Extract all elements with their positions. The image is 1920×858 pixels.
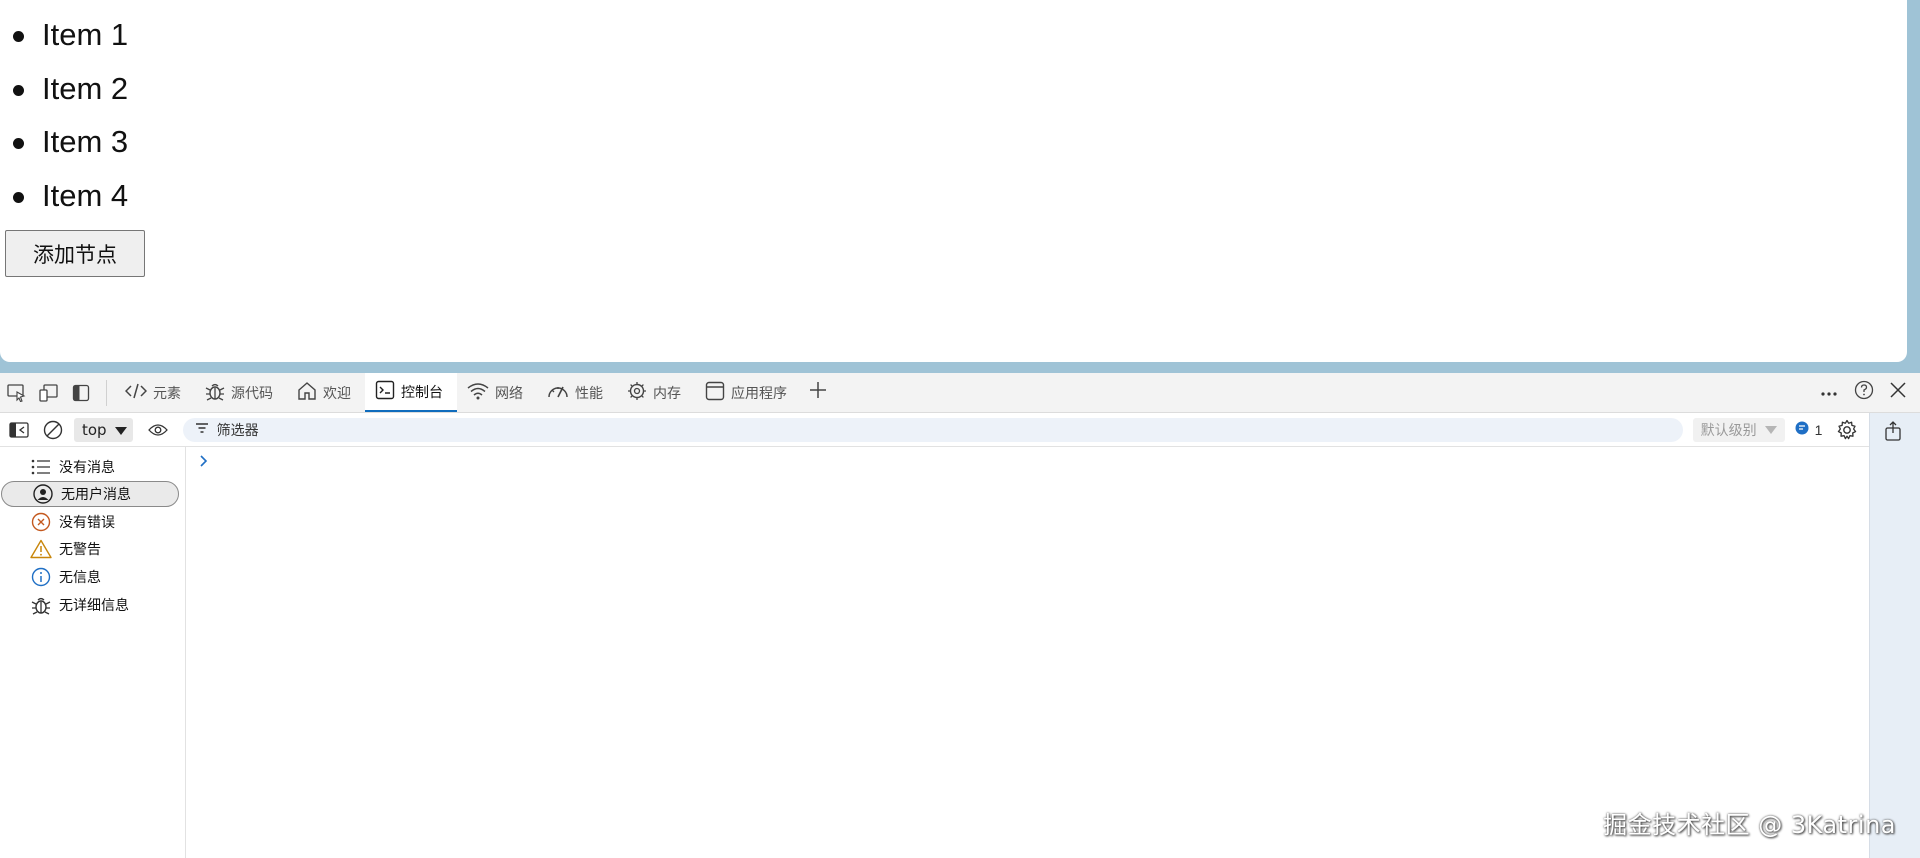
- page-viewport: Item 1 Item 2 Item 3 Item 4 添加节点: [0, 0, 1907, 362]
- wifi-icon: [467, 382, 489, 404]
- add-node-button[interactable]: 添加节点: [5, 230, 145, 277]
- console-icon: [375, 380, 395, 404]
- tab-welcome[interactable]: 欢迎: [287, 373, 365, 412]
- tab-label: 控制台: [401, 384, 443, 401]
- live-expression-eye-icon[interactable]: [143, 415, 173, 445]
- list-item: Item 2: [10, 64, 128, 118]
- sidebar-item-label: 无详细信息: [59, 598, 129, 614]
- sidebar-item-label: 无警告: [59, 542, 101, 558]
- code-icon: [124, 383, 148, 403]
- tab-label: 欢迎: [323, 385, 351, 402]
- chip-icon: [627, 381, 647, 405]
- context-value: top: [82, 420, 107, 439]
- console-sidebar: 没有消息 无用户消息 没有错误 无警告 无信息 无详细信息: [0, 447, 186, 858]
- bug-icon: [205, 381, 225, 405]
- gauge-icon: [547, 382, 569, 404]
- tab-console[interactable]: 控制台: [365, 373, 457, 412]
- info-icon: [29, 566, 53, 588]
- sidebar-toggle-icon[interactable]: [4, 415, 34, 445]
- add-tab-button[interactable]: [801, 373, 835, 412]
- tab-label: 性能: [575, 385, 603, 402]
- console-toolbar: top 筛选器 默认级别 1: [0, 413, 1920, 447]
- clear-console-icon[interactable]: [38, 415, 68, 445]
- more-options-icon[interactable]: [1820, 384, 1838, 402]
- log-levels-label: 默认级别: [1700, 422, 1757, 439]
- list-icon: [29, 456, 53, 478]
- sidebar-item-info[interactable]: 无信息: [0, 564, 178, 590]
- sidebar-item-messages[interactable]: 没有消息: [0, 454, 178, 480]
- tab-application[interactable]: 应用程序: [695, 373, 801, 412]
- gear-icon[interactable]: [1832, 415, 1862, 445]
- tab-sources[interactable]: 源代码: [195, 373, 287, 412]
- user-icon: [31, 483, 55, 505]
- tab-network[interactable]: 网络: [457, 373, 537, 412]
- sidebar-item-warnings[interactable]: 无警告: [0, 536, 178, 562]
- activity-rail: [1869, 413, 1920, 858]
- tab-memory[interactable]: 内存: [617, 373, 695, 412]
- tabbar-actions: [1820, 380, 1920, 405]
- bug-icon: [29, 594, 53, 616]
- list-item: Item 4: [10, 171, 128, 225]
- tab-elements[interactable]: 元素: [115, 373, 195, 412]
- chevron-down-icon: [1764, 422, 1777, 438]
- warning-icon: [29, 538, 53, 560]
- list-item: Item 3: [10, 117, 128, 171]
- tab-label: 源代码: [231, 385, 273, 402]
- chevron-right-icon: [199, 454, 209, 473]
- list-item: Item 1: [10, 10, 128, 64]
- console-output[interactable]: [186, 447, 1862, 858]
- help-icon[interactable]: [1854, 380, 1874, 405]
- window-icon: [705, 381, 725, 405]
- filter-icon: [195, 422, 209, 438]
- sidebar-item-verbose[interactable]: 无详细信息: [0, 592, 178, 618]
- item-list: Item 1 Item 2 Item 3 Item 4: [10, 10, 128, 224]
- log-levels-dropdown[interactable]: 默认级别: [1692, 417, 1785, 442]
- sidebar-item-label: 无用户消息: [61, 487, 131, 503]
- issue-count-value: 1: [1814, 421, 1823, 438]
- open-in-new-icon[interactable]: [1884, 421, 1902, 446]
- close-icon[interactable]: [1890, 382, 1906, 403]
- filter-input[interactable]: 筛选器: [182, 417, 1683, 442]
- context-selector[interactable]: top: [74, 417, 133, 442]
- tab-label: 内存: [653, 385, 681, 402]
- home-icon: [297, 381, 317, 405]
- sidebar-item-label: 无信息: [59, 570, 101, 586]
- plus-icon: [809, 381, 827, 404]
- device-emulation-icon[interactable]: [34, 378, 64, 408]
- dock-side-icon[interactable]: [66, 378, 96, 408]
- tab-label: 元素: [153, 385, 181, 402]
- sidebar-item-label: 没有消息: [59, 460, 115, 476]
- divider: [106, 379, 107, 406]
- chevron-down-icon: [114, 421, 127, 439]
- filter-placeholder: 筛选器: [216, 422, 259, 439]
- watermark: 掘金技术社区 @ 3Katrina: [1603, 811, 1896, 839]
- tab-performance[interactable]: 性能: [537, 373, 617, 412]
- sidebar-item-label: 没有错误: [59, 515, 115, 531]
- error-icon: [29, 511, 53, 533]
- tab-label: 网络: [495, 385, 523, 402]
- message-bubble-icon: [1795, 421, 1809, 438]
- sidebar-item-user-messages[interactable]: 无用户消息: [1, 481, 179, 507]
- devtools-panel: 元素 源代码 欢迎 控制台 网络 性能 内存 应用程序 top 筛选器 默认级别…: [0, 373, 1920, 858]
- issues-counter[interactable]: 1: [1795, 421, 1823, 438]
- inspect-element-icon[interactable]: [2, 378, 32, 408]
- tab-label: 应用程序: [731, 385, 787, 402]
- sidebar-item-errors[interactable]: 没有错误: [0, 509, 178, 535]
- devtools-tabbar: 元素 源代码 欢迎 控制台 网络 性能 内存 应用程序: [0, 373, 1920, 413]
